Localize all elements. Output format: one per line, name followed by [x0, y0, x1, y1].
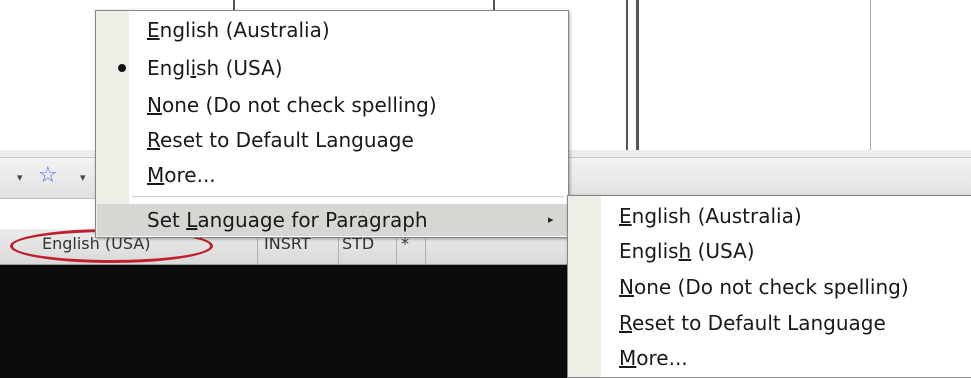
submenu-item-english-usa[interactable]: English (USA) — [619, 239, 755, 263]
paragraph-language-submenu: English (Australia) English (USA) None (… — [567, 195, 971, 378]
checked-bullet-icon — [118, 64, 126, 72]
menu-item-none-no-spellcheck[interactable]: None (Do not check spelling) — [147, 93, 437, 117]
menu-separator — [132, 196, 564, 197]
submenu-item-reset-default-language[interactable]: Reset to Default Language — [619, 311, 886, 335]
toolbar-dropdown-arrow[interactable]: ▾ — [17, 171, 23, 184]
submenu-gutter — [568, 196, 601, 377]
star-icon[interactable]: ☆ — [38, 165, 58, 187]
submenu-arrow-icon: ▸ — [548, 213, 554, 226]
page-margin-line — [870, 0, 871, 150]
submenu-item-english-australia[interactable]: English (Australia) — [619, 204, 802, 228]
menu-item-english-usa[interactable]: English (USA) — [147, 56, 283, 80]
menu-item-set-language-paragraph-label: Set Language for Paragraph — [147, 208, 428, 232]
menu-item-reset-default-language[interactable]: Reset to Default Language — [147, 128, 414, 152]
submenu-item-none-no-spellcheck[interactable]: None (Do not check spelling) — [619, 275, 909, 299]
menu-item-english-australia[interactable]: English (Australia) — [147, 18, 330, 42]
menu-item-set-language-paragraph[interactable]: Set Language for Paragraph ▸ — [97, 204, 567, 236]
menu-item-more[interactable]: More... — [147, 163, 216, 187]
toolbar-dropdown-arrow-2[interactable]: ▾ — [80, 171, 86, 184]
language-context-menu: English (Australia) English (USA) None (… — [95, 10, 569, 238]
submenu-item-more[interactable]: More... — [619, 346, 688, 370]
page-border-right — [636, 0, 639, 150]
page-border-left — [626, 0, 628, 150]
